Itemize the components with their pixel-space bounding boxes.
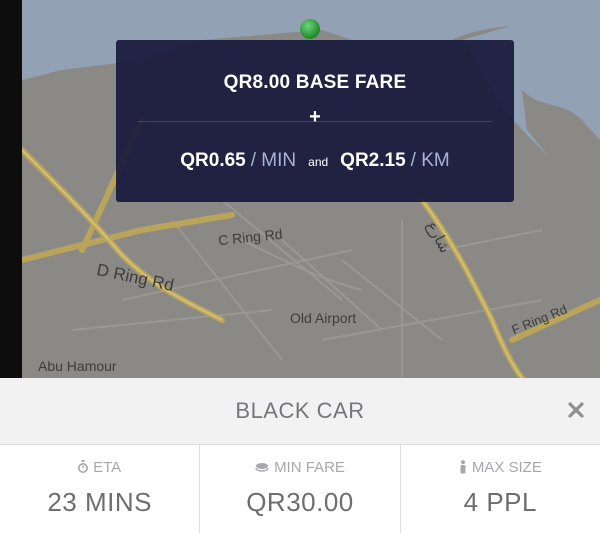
fare-divider — [138, 121, 492, 122]
min-fare-label-row: MIN FARE — [200, 459, 399, 476]
max-size-value: 4 PPL — [463, 487, 537, 517]
base-fare-text: QR8.00 BASE FARE — [223, 72, 407, 93]
stopwatch-icon — [78, 460, 89, 473]
fare-quote-screen: C Ring Rd D Ring Rd Old Airport F Ring R… — [0, 0, 600, 533]
fare-info-card: QR8.00 BASE FARE + QR0.65/ MIN and QR2.15/… — [116, 40, 514, 202]
person-icon — [460, 460, 466, 474]
eta-label: ETA — [93, 459, 122, 476]
close-icon[interactable] — [562, 396, 590, 424]
left-edge-bar — [0, 0, 22, 378]
max-size-label-row: MAX SIZE — [401, 459, 600, 476]
coins-icon — [255, 463, 269, 472]
and-text: and — [308, 155, 329, 169]
vehicle-header: BLACK CAR — [0, 378, 600, 445]
location-pin-icon[interactable] — [299, 18, 321, 40]
per-minute-unit: / MIN — [250, 150, 297, 171]
min-fare-value: QR30.00 — [246, 487, 354, 517]
map-label-abu-hamour: Abu Hamour — [38, 358, 117, 374]
map-label-old-airport: Old Airport — [290, 310, 357, 326]
per-minute-amount: QR0.65 — [180, 150, 246, 171]
vehicle-type-title: BLACK CAR — [235, 398, 365, 423]
per-km-unit: / KM — [410, 150, 450, 171]
max-size-stat: MAX SIZE 4 PPL — [401, 445, 600, 533]
eta-label-row: ETA — [0, 459, 199, 476]
eta-value: 23 MINS — [47, 487, 152, 517]
eta-stat: ETA 23 MINS — [0, 445, 201, 533]
fare-rates-line: QR0.65/ MIN and QR2.15/ KM — [116, 150, 514, 172]
plus-sign: + — [309, 106, 321, 128]
per-km-amount: QR2.15 — [340, 150, 406, 171]
min-fare-label: MIN FARE — [274, 459, 345, 476]
min-fare-stat: MIN FARE QR30.00 — [200, 445, 401, 533]
vehicle-details-panel: BLACK CAR ETA 23 MINS MIN FARE QR30.00 M… — [0, 378, 600, 533]
vehicle-stats-row: ETA 23 MINS MIN FARE QR30.00 MAX SIZE 4 … — [0, 445, 600, 533]
max-size-label: MAX SIZE — [471, 459, 542, 476]
